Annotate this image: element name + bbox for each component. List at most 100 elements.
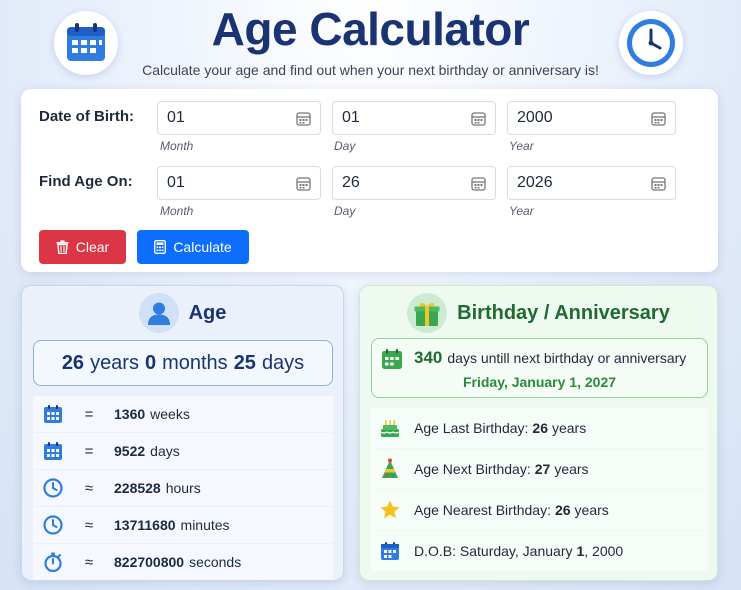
calendar-picker-icon[interactable] <box>471 176 486 191</box>
gift-icon <box>414 302 440 326</box>
calendar-picker-icon[interactable] <box>296 176 311 191</box>
next-birthday-value: 27 <box>534 461 551 477</box>
minutes-value: 13711680 <box>114 517 176 533</box>
age-panel-title: Age <box>188 301 227 324</box>
calendar-icon <box>382 349 402 369</box>
clear-button[interactable]: Clear <box>39 230 126 264</box>
age-months-unit: months <box>162 351 228 374</box>
age-days-value: 25 <box>233 351 256 374</box>
next-birthday-countdown: 340 days untill next birthday or anniver… <box>414 348 686 368</box>
month-hint: Month <box>160 139 194 153</box>
days-until-value: 340 <box>414 348 443 367</box>
calendar-icon <box>44 405 62 423</box>
gift-icon-badge <box>407 293 448 333</box>
clock-icon <box>43 478 63 498</box>
equals-sign: = <box>84 405 94 423</box>
find-year-field[interactable]: 2026 <box>507 166 676 200</box>
dob-year-value: 2000 <box>517 109 553 126</box>
trash-icon <box>56 240 69 254</box>
last-birthday-value: 26 <box>532 420 548 436</box>
header: Age Calculator Calculate your age and fi… <box>0 0 741 88</box>
clear-button-label: Clear <box>75 239 110 255</box>
next-birthday-date: Friday, January 1, 2027 <box>462 374 617 390</box>
date-form: Date of Birth: 01 Month 01 Day 2000 Year… <box>21 89 718 272</box>
calendar-picker-icon[interactable] <box>651 111 666 126</box>
list-item: Age Nearest Birthday: 26 years <box>371 490 708 530</box>
find-month-value: 01 <box>167 174 185 191</box>
next-birthday-unit: years <box>554 461 589 477</box>
calculate-button[interactable]: Calculate <box>137 230 249 264</box>
dob-month-field[interactable]: 01 <box>157 101 321 135</box>
seconds-unit: seconds <box>189 554 242 570</box>
age-months-value: 0 <box>144 351 157 374</box>
list-item: = 9522 days <box>33 433 333 469</box>
age-days-unit: days <box>261 351 305 374</box>
list-item: Age Last Birthday: 26 years <box>371 408 708 448</box>
next-birthday-label: Age Next Birthday: <box>414 461 531 477</box>
age-panel: Age 26 years 0 months 25 days = 1360 wee… <box>21 285 344 581</box>
calendar-icon <box>44 442 62 460</box>
clock-badge <box>619 11 683 75</box>
birthday-panel-header: Birthday / Anniversary <box>360 292 717 334</box>
list-item: D.O.B: Saturday, January 1 , 2000 <box>371 531 708 571</box>
calculator-icon <box>154 240 167 254</box>
stopwatch-icon <box>44 552 62 572</box>
dob-day-bold: 1 <box>576 543 585 559</box>
calendar-icon <box>381 542 399 560</box>
approx-sign: ≈ <box>84 479 94 497</box>
list-item: = 1360 weeks <box>33 396 333 432</box>
age-breakdown-list: = 1360 weeks = 9522 days ≈ 228528 hours … <box>33 396 333 581</box>
minutes-unit: minutes <box>180 517 230 533</box>
day-hint: Day <box>334 204 356 218</box>
dob-day-field[interactable]: 01 <box>332 101 496 135</box>
list-item: ≈ 822700800 seconds <box>33 544 333 580</box>
nearest-birthday-value: 26 <box>554 502 571 518</box>
approx-sign: ≈ <box>84 516 94 534</box>
clock-icon <box>627 19 675 67</box>
approx-sign: ≈ <box>84 553 94 571</box>
last-birthday-unit: years <box>551 420 587 436</box>
find-day-field[interactable]: 26 <box>332 166 496 200</box>
user-icon <box>147 302 170 325</box>
star-icon <box>380 500 400 519</box>
days-unit: days <box>150 443 180 459</box>
calculate-button-label: Calculate <box>173 239 232 255</box>
equals-sign: = <box>84 442 94 460</box>
age-summary: 26 years 0 months 25 days <box>33 340 333 386</box>
calendar-picker-icon[interactable] <box>471 111 486 126</box>
age-years-unit: years <box>90 351 139 374</box>
dob-year-field[interactable]: 2000 <box>507 101 676 135</box>
nearest-birthday-unit: years <box>574 502 609 518</box>
dob-day-value: 01 <box>342 109 360 126</box>
dob-year-text: , 2000 <box>584 543 624 559</box>
user-icon-badge <box>138 293 179 333</box>
find-day-value: 26 <box>342 174 360 191</box>
clock-icon <box>43 515 63 535</box>
list-item: Age Next Birthday: 27 years <box>371 449 708 489</box>
weeks-value: 1360 <box>114 406 146 422</box>
age-years-value: 26 <box>61 351 85 374</box>
calendar-picker-icon[interactable] <box>651 176 666 191</box>
age-panel-header: Age <box>22 292 343 334</box>
list-item: ≈ 228528 hours <box>33 470 333 506</box>
dob-label: Date of Birth: <box>39 108 134 125</box>
year-hint: Year <box>509 139 534 153</box>
days-value: 9522 <box>114 443 146 459</box>
birthday-panel: Birthday / Anniversary 340 days untill n… <box>359 285 718 581</box>
birthday-details-list: Age Last Birthday: 26 years Age Next Bir… <box>371 408 708 572</box>
next-birthday-box: 340 days untill next birthday or anniver… <box>371 338 708 398</box>
last-birthday-label: Age Last Birthday: <box>414 420 529 436</box>
hours-value: 228528 <box>114 480 161 496</box>
weeks-unit: weeks <box>150 406 190 422</box>
nearest-birthday-label: Age Nearest Birthday: <box>414 502 551 518</box>
birthday-panel-title: Birthday / Anniversary <box>457 301 670 324</box>
dob-month-value: 01 <box>167 109 185 126</box>
dob-text: D.O.B: Saturday, January <box>414 543 573 559</box>
party-hat-icon <box>382 458 398 478</box>
find-month-field[interactable]: 01 <box>157 166 321 200</box>
calendar-picker-icon[interactable] <box>296 111 311 126</box>
cake-icon <box>380 420 400 437</box>
month-hint: Month <box>160 204 194 218</box>
days-until-text: days untill next birthday or anniversary <box>447 350 687 366</box>
day-hint: Day <box>334 139 356 153</box>
